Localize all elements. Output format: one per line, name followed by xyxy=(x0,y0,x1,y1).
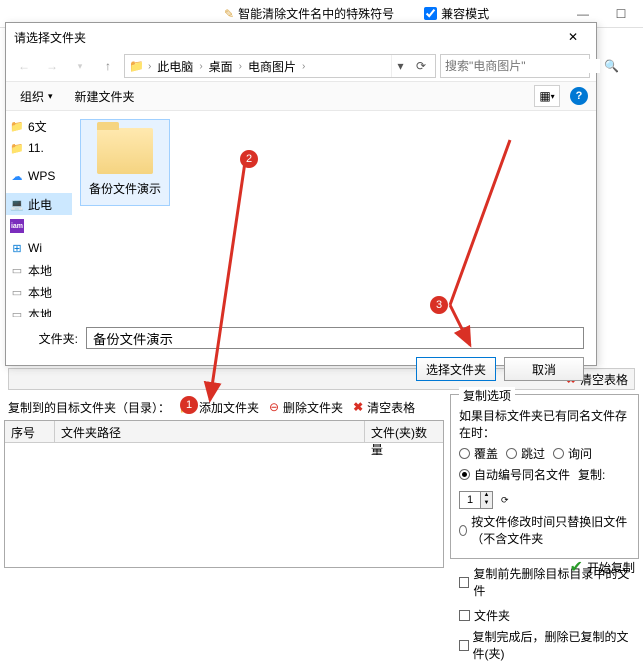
spin-down[interactable]: ▼ xyxy=(481,500,492,508)
cloud-icon: ☁ xyxy=(10,169,24,183)
folder-icon: 📁 xyxy=(10,119,24,133)
window-title: 智能清除文件名中的特殊符号 xyxy=(238,5,394,22)
computer-icon: 💻 xyxy=(10,197,24,211)
folder-content-area[interactable]: 备份文件演示 xyxy=(72,111,596,317)
search-box[interactable]: 🔍 xyxy=(440,54,590,78)
sidebar-item[interactable]: ⊞Wi xyxy=(6,237,72,259)
copy-count-spinner[interactable]: ▲▼ xyxy=(459,491,493,509)
folder-picker-dialog: 请选择文件夹 ✕ ← → ▾ ↑ 📁 › 此电脑 › 桌面 › 电商图片 › ▾… xyxy=(5,22,597,366)
sidebar-item-this-pc[interactable]: 💻此电 xyxy=(6,193,72,215)
chevron-right-icon: › xyxy=(199,61,202,72)
nav-dropdown-button[interactable]: ▾ xyxy=(68,54,92,78)
select-folder-button[interactable]: 选择文件夹 xyxy=(416,357,496,381)
radio-ask[interactable]: 询问 xyxy=(553,445,592,462)
sidebar-item[interactable]: ▭本地 xyxy=(6,303,72,317)
help-button[interactable]: ? xyxy=(570,87,588,105)
nav-forward-button[interactable]: → xyxy=(40,54,64,78)
chevron-right-icon: › xyxy=(148,61,151,72)
chevron-down-icon: ▾ xyxy=(48,91,53,102)
pencil-icon: ✎ xyxy=(224,7,234,21)
check-predel-folder[interactable]: 文件夹 xyxy=(459,607,510,624)
radio-bytime[interactable]: 按文件修改时间只替换旧文件（不含文件夹 xyxy=(459,513,630,547)
compat-mode-checkbox[interactable]: 兼容模式 xyxy=(424,5,489,22)
folder-item-selected[interactable]: 备份文件演示 xyxy=(80,119,170,206)
sidebar-item[interactable]: 📁6文 xyxy=(6,115,72,137)
chevron-right-icon: › xyxy=(239,61,242,72)
annotation-1: 1 xyxy=(180,396,198,414)
folder-icon xyxy=(97,128,153,174)
radio-autonum[interactable]: 自动编号同名文件 xyxy=(459,466,570,483)
drive-icon: ▭ xyxy=(10,307,24,317)
dest-label: 复制到的目标文件夹（目录）： xyxy=(8,399,170,416)
view-mode-button[interactable]: ▦ ▾ xyxy=(534,85,560,107)
maximize-button[interactable]: ☐ xyxy=(603,2,639,26)
drive-icon: ▭ xyxy=(10,263,24,277)
folder-field-label: 文件夹: xyxy=(18,330,78,347)
dup-label: 如果目标文件夹已有同名文件存在时： xyxy=(459,407,630,441)
search-input[interactable] xyxy=(445,59,600,73)
folder-icon: 📁 xyxy=(10,141,24,155)
col-count[interactable]: 文件(夹)数量 xyxy=(365,421,443,442)
annotation-2: 2 xyxy=(240,150,258,168)
breadcrumb[interactable]: 📁 › 此电脑 › 桌面 › 电商图片 › ▾ ⟳ xyxy=(124,54,436,78)
drive-icon: ▭ xyxy=(10,285,24,299)
folder-item-label: 备份文件演示 xyxy=(85,180,165,197)
check-postdel[interactable]: 复制完成后，删除已复制的文件(夹) xyxy=(459,628,630,662)
delete-folder-button[interactable]: ⊖ 删除文件夹 xyxy=(269,399,343,416)
dialog-close-button[interactable]: ✕ xyxy=(558,25,588,49)
refresh-button[interactable]: ⟳ xyxy=(411,59,431,73)
spinner-icon: ⟳ xyxy=(501,495,509,506)
sidebar: 📁6文 📁11. ☁WPS 💻此电 iamiam ⊞Wi ▭本地 ▭本地 ▭本地… xyxy=(6,111,72,317)
sidebar-item[interactable]: iamiam xyxy=(6,215,72,237)
breadcrumb-item[interactable]: 桌面 xyxy=(205,58,237,75)
breadcrumb-item[interactable]: 此电脑 xyxy=(153,58,197,75)
chevron-right-icon: › xyxy=(302,61,305,72)
iam-icon: iam xyxy=(10,219,24,233)
dialog-title: 请选择文件夹 xyxy=(14,29,558,46)
windows-icon: ⊞ xyxy=(10,241,24,255)
checkmark-icon: ✔ xyxy=(570,557,583,577)
copy-options-panel: 复制选项 如果目标文件夹已有同名文件存在时： 覆盖 跳过 询问 自动编号同名文件… xyxy=(450,394,639,559)
start-copy-button[interactable]: ✔ 开始复制 xyxy=(570,557,635,577)
folder-name-input[interactable] xyxy=(86,327,584,349)
breadcrumb-dropdown[interactable]: ▾ xyxy=(391,55,409,77)
close-icon: ✖ xyxy=(353,400,363,414)
sidebar-item[interactable]: ▭本地 xyxy=(6,281,72,303)
radio-overwrite[interactable]: 覆盖 xyxy=(459,445,498,462)
sidebar-item[interactable]: 📁11. xyxy=(6,137,72,159)
folder-icon: 📁 xyxy=(129,59,144,73)
organize-button[interactable]: 组织 ▾ xyxy=(14,86,59,107)
new-folder-button[interactable]: 新建文件夹 xyxy=(69,86,141,107)
spin-up[interactable]: ▲ xyxy=(481,492,492,500)
annotation-3: 3 xyxy=(430,296,448,314)
breadcrumb-item[interactable]: 电商图片 xyxy=(244,58,300,75)
col-path[interactable]: 文件夹路径 xyxy=(55,421,365,442)
sidebar-item[interactable]: ☁WPS xyxy=(6,165,72,187)
clear-table-button[interactable]: ✖ 清空表格 xyxy=(353,399,415,416)
sidebar-item[interactable]: ▭本地 xyxy=(6,259,72,281)
nav-back-button[interactable]: ← xyxy=(12,54,36,78)
minus-icon: ⊖ xyxy=(269,400,279,414)
nav-up-button[interactable]: ↑ xyxy=(96,54,120,78)
radio-skip[interactable]: 跳过 xyxy=(506,445,545,462)
cancel-button[interactable]: 取消 xyxy=(504,357,584,381)
search-icon: 🔍 xyxy=(604,59,619,73)
dest-table[interactable]: 序号 文件夹路径 文件(夹)数量 xyxy=(4,420,444,568)
col-index[interactable]: 序号 xyxy=(5,421,55,442)
